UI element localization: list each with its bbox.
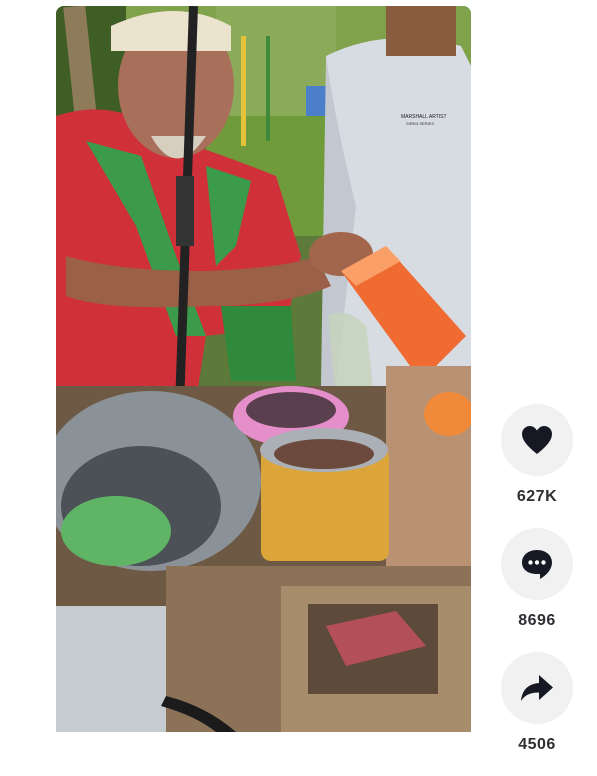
like-button[interactable]	[501, 404, 573, 476]
hoodie-print: MARSHALL ARTIST	[401, 114, 447, 120]
hoodie-print-sub: SIREN SERIES	[406, 121, 434, 126]
share-count: 4506	[518, 736, 556, 753]
action-bar: 627K 8696 4506	[500, 404, 574, 776]
comment-count: 8696	[518, 612, 556, 629]
heart-icon	[522, 426, 552, 454]
comment-icon	[522, 550, 552, 579]
video-player[interactable]: MARSHALL ARTIST SIREN SERIES	[56, 6, 471, 732]
share-icon	[521, 675, 553, 701]
comment-button[interactable]	[501, 528, 573, 600]
like-count: 627K	[516, 488, 558, 505]
share-button[interactable]	[501, 652, 573, 724]
video-frame: MARSHALL ARTIST SIREN SERIES	[56, 6, 471, 732]
